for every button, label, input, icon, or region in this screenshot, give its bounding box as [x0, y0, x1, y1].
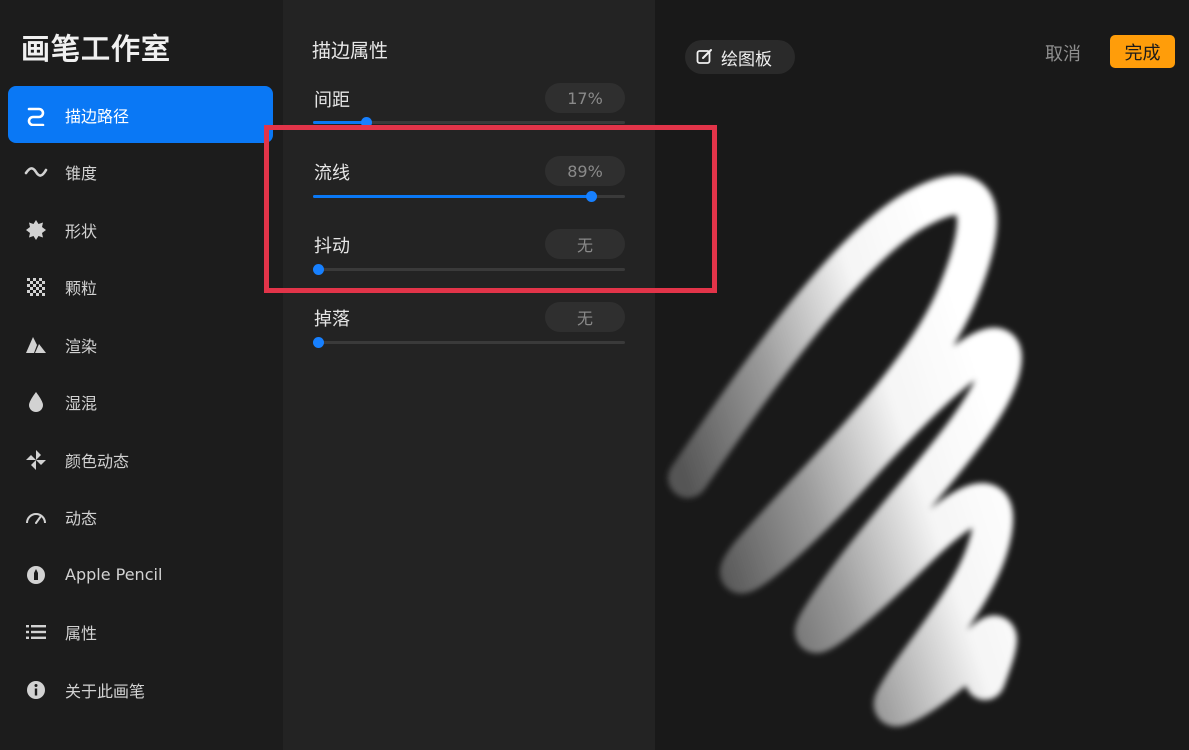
sidebar-item-label: 形状 [65, 221, 98, 241]
sidebar-item-about[interactable]: 关于此画笔 [8, 661, 273, 718]
drawing-pad-preview[interactable] [655, 0, 1189, 750]
sidebar-item-properties[interactable]: 属性 [8, 603, 273, 660]
brush-stroke-preview [668, 175, 1022, 727]
drawing-pad-label: 绘图板 [721, 49, 772, 70]
sidebar-item-label: 颗粒 [65, 278, 98, 298]
stroke-properties-panel: 描边属性 间距 17% 流线 89% 抖动 无 掉落 无 [283, 0, 655, 750]
sidebar-item-label: 动态 [65, 508, 98, 528]
highlight-box [264, 125, 717, 293]
sidebar: 画笔工作室 描边路径 锥度 形状 颗粒 渲染 湿混 颜色动态 动态 Apple … [0, 0, 283, 750]
sidebar-item-apple-pencil[interactable]: Apple Pencil [8, 546, 273, 603]
spacing-slider-fill [313, 121, 367, 124]
sidebar-item-render[interactable]: 渲染 [8, 316, 273, 373]
sidebar-item-label: Apple Pencil [65, 565, 163, 584]
sidebar-item-label: 渲染 [65, 336, 98, 356]
spacing-value[interactable]: 17% [545, 83, 625, 113]
taper-icon [24, 160, 48, 184]
sidebar-item-label: 颜色动态 [65, 451, 130, 471]
panel-title: 描边属性 [312, 40, 389, 62]
about-icon [24, 678, 48, 702]
color-dynamics-icon [24, 448, 48, 472]
falloff-label: 掉落 [314, 309, 350, 330]
sidebar-item-dynamics[interactable]: 动态 [8, 488, 273, 545]
done-button[interactable]: 完成 [1110, 35, 1175, 68]
sidebar-item-grain[interactable]: 颗粒 [8, 258, 273, 315]
sidebar-item-color-dynamics[interactable]: 颜色动态 [8, 431, 273, 488]
sidebar-item-label: 关于此画笔 [65, 681, 146, 701]
cancel-button[interactable]: 取消 [1045, 40, 1081, 66]
apple-pencil-icon [24, 563, 48, 587]
sidebar-item-shape[interactable]: 形状 [8, 201, 273, 258]
grain-icon [24, 275, 48, 299]
falloff-slider[interactable] [313, 337, 625, 348]
spacing-slider[interactable] [313, 117, 625, 128]
stroke-path-icon [24, 103, 48, 127]
sidebar-item-taper[interactable]: 锥度 [8, 143, 273, 200]
app-title: 画笔工作室 [21, 32, 172, 66]
drawing-pad-button[interactable]: 绘图板 [685, 40, 795, 74]
shape-icon [24, 218, 48, 242]
sidebar-item-label: 属性 [65, 623, 98, 643]
properties-icon [24, 620, 48, 644]
falloff-value[interactable]: 无 [545, 302, 625, 332]
wet-mix-icon [24, 390, 48, 414]
dynamics-icon [24, 505, 48, 529]
falloff-slider-thumb[interactable] [313, 337, 324, 348]
spacing-label: 间距 [314, 90, 350, 111]
sidebar-item-stroke-path[interactable]: 描边路径 [8, 86, 273, 143]
edit-icon [695, 47, 715, 67]
sidebar-item-label: 描边路径 [65, 106, 130, 126]
render-icon [24, 333, 48, 357]
sidebar-item-label: 湿混 [65, 393, 98, 413]
sidebar-item-wet-mix[interactable]: 湿混 [8, 373, 273, 430]
sidebar-item-label: 锥度 [65, 163, 98, 183]
